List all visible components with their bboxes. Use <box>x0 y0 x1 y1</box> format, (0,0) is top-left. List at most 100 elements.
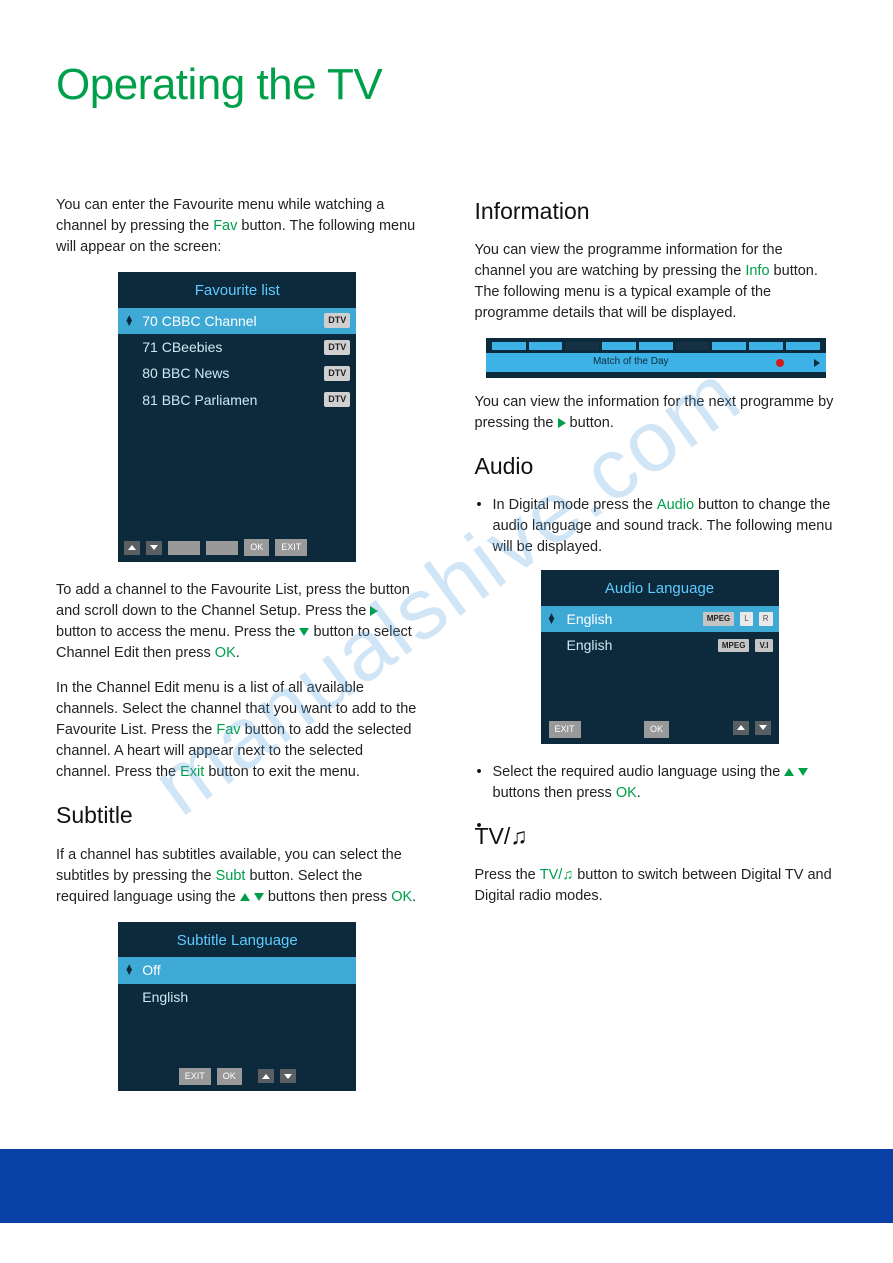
fav-row: 80 BBC News DTV <box>118 360 356 386</box>
vi-chip: V.I <box>755 639 772 653</box>
information-heading: Information <box>475 195 838 228</box>
ok-keyword: OK <box>391 889 412 905</box>
down-icon <box>280 1069 296 1083</box>
right-arrow-icon <box>558 418 566 428</box>
audio-heading: Audio <box>475 450 838 483</box>
page-title: Operating the TV <box>56 60 837 110</box>
channel-edit-para: In the Channel Edit menu is a list of al… <box>56 678 419 783</box>
add-channel-para: To add a channel to the Favourite List, … <box>56 580 419 664</box>
tv-para: Press the TV/♫ button to switch between … <box>475 865 838 907</box>
tv-music-keyword: TV/♫ <box>540 867 573 883</box>
ok-keyword: OK <box>616 785 637 801</box>
left-column: You can enter the Favourite menu while w… <box>56 195 419 1109</box>
ok-button: OK <box>244 539 269 556</box>
subtitle-para: If a channel has subtitles available, yo… <box>56 845 419 908</box>
programme-title: Match of the Day <box>492 355 770 370</box>
text: button. <box>566 415 614 431</box>
right-column: Information You can view the programme i… <box>475 195 838 1109</box>
language: English <box>567 635 712 655</box>
language: English <box>567 609 697 629</box>
text: You can view the programme information f… <box>475 242 783 279</box>
dtv-badge: DTV <box>324 313 350 328</box>
up-icon <box>258 1069 274 1083</box>
footer-bar <box>0 1149 893 1223</box>
info-osd: Match of the Day <box>486 338 826 378</box>
codec-chip: MPEG <box>703 612 735 626</box>
down-arrow-icon <box>798 768 808 776</box>
up-arrow-icon <box>240 893 250 901</box>
channel-name: 81 BBC Parliamen <box>138 390 324 410</box>
fav-intro: You can enter the Favourite menu while w… <box>56 195 419 258</box>
audio-select-bullet: Select the required audio language using… <box>475 762 838 804</box>
text: Press the <box>475 867 540 883</box>
right-chip: R <box>759 612 773 626</box>
ok-button: OK <box>644 721 669 738</box>
info-keyword: Info <box>745 263 769 279</box>
down-arrow-icon <box>299 628 309 636</box>
right-arrow-icon <box>370 606 378 616</box>
text: You can view the information for the nex… <box>475 394 834 431</box>
up-icon <box>124 541 140 555</box>
subt-keyword: Subt <box>216 868 246 884</box>
left-chip: L <box>740 612 752 626</box>
audio-bullet: In Digital mode press the Audio button t… <box>475 495 838 558</box>
blank-button <box>206 541 238 555</box>
fav-row: 71 CBeebies DTV <box>118 334 356 360</box>
favourite-list-osd: Favourite list ▲▼ 70 CBBC Channel DTV 71… <box>118 272 356 562</box>
sub-row: English <box>118 984 356 1010</box>
text: Select the required audio language using… <box>493 764 785 780</box>
exit-button: EXIT <box>549 721 581 738</box>
subtitle-heading: Subtitle <box>56 799 419 832</box>
text: button to exit the menu. <box>204 764 360 780</box>
audio-osd: Audio Language ▲▼ English MPEG L R Engli… <box>541 570 779 743</box>
progress-bar <box>486 338 826 353</box>
down-icon <box>755 721 771 735</box>
subtitle-osd: Subtitle Language ▲▼ Off English EXIT OK <box>118 922 356 1091</box>
fav-row: 81 BBC Parliamen DTV <box>118 387 356 413</box>
codec-chip: MPEG <box>718 639 750 653</box>
channel-name: 80 BBC News <box>138 363 324 383</box>
info-row: Match of the Day <box>486 353 826 372</box>
blank-button <box>168 541 200 555</box>
dtv-badge: DTV <box>324 392 350 407</box>
osd-title: Favourite list <box>118 272 356 308</box>
option: English <box>138 987 350 1007</box>
dtv-badge: DTV <box>324 366 350 381</box>
text: buttons then press <box>264 889 391 905</box>
text: . <box>412 889 416 905</box>
aud-row: English MPEG V.I <box>541 632 779 658</box>
text: . <box>637 785 641 801</box>
option: Off <box>138 960 350 980</box>
text: . <box>236 645 240 661</box>
osd-footer: OK EXIT <box>118 533 356 562</box>
channel-name: 70 CBBC Channel <box>138 311 324 331</box>
exit-button: EXIT <box>275 539 307 556</box>
info-para: You can view the programme information f… <box>475 240 838 324</box>
sort-icon: ▲▼ <box>124 316 138 326</box>
sub-row-selected: ▲▼ Off <box>118 957 356 983</box>
exit-keyword: Exit <box>180 764 204 780</box>
sort-icon: ▲▼ <box>547 614 561 624</box>
tv-music-heading: TV/♫ <box>475 820 838 853</box>
osd-footer: EXIT OK <box>541 715 779 744</box>
text: button to access the menu. Press the <box>56 624 299 640</box>
dtv-badge: DTV <box>324 340 350 355</box>
play-icon <box>814 359 820 367</box>
sort-icon: ▲▼ <box>124 965 138 975</box>
osd-title: Subtitle Language <box>118 922 356 958</box>
osd-footer: EXIT OK <box>118 1062 356 1091</box>
exit-button: EXIT <box>179 1068 211 1085</box>
info-next-para: You can view the information for the nex… <box>475 392 838 434</box>
fav-row-selected: ▲▼ 70 CBBC Channel DTV <box>118 308 356 334</box>
audio-keyword: Audio <box>657 497 694 513</box>
down-arrow-icon <box>254 893 264 901</box>
ok-keyword: OK <box>215 645 236 661</box>
osd-title: Audio Language <box>541 570 779 606</box>
text: To add a channel to the Favourite List, … <box>56 582 370 598</box>
channel-name: 71 CBeebies <box>138 337 324 357</box>
record-icon <box>776 359 784 367</box>
up-icon <box>733 721 749 735</box>
fav-keyword: Fav <box>216 722 240 738</box>
text: In Digital mode press the <box>493 497 657 513</box>
fav-keyword: Fav <box>213 218 237 234</box>
